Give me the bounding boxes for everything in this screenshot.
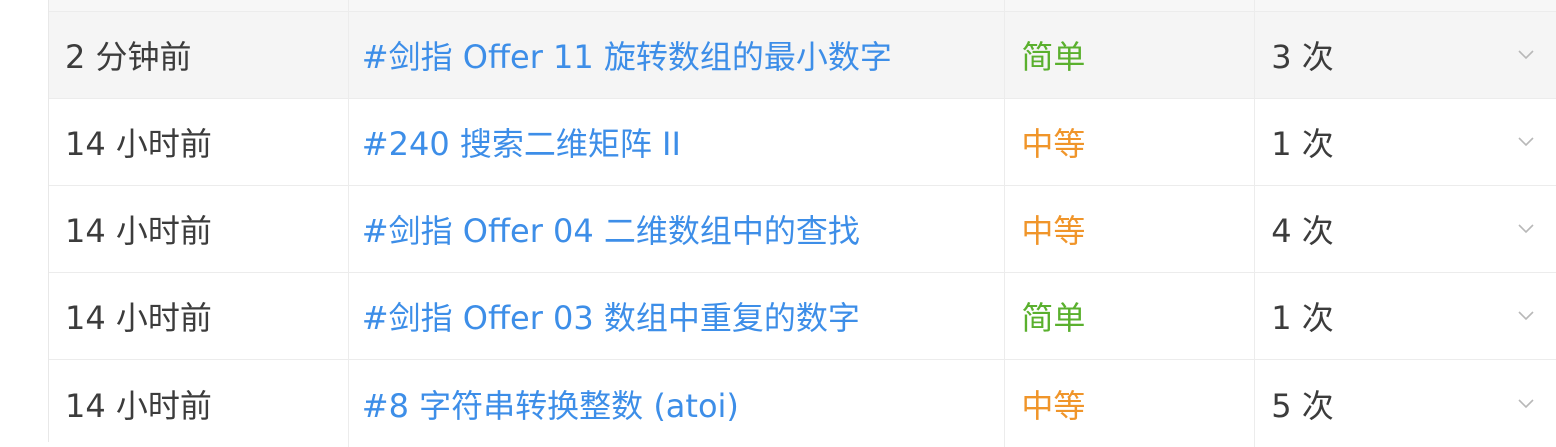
- difficulty-badge: 中等: [1021, 212, 1086, 250]
- problem-link[interactable]: #剑指 Offer 03 数组中重复的数字: [362, 293, 860, 339]
- attempts-count: 3 次: [1271, 38, 1334, 76]
- title-cell: #剑指 Offer 04 二维数组中的查找: [349, 186, 1006, 272]
- title-cell: #剑指 Offer 11 旋转数组的最小数字: [349, 12, 1006, 98]
- attempts-cell: 1 次: [1255, 273, 1556, 359]
- time-cell: 2 分钟前: [49, 12, 349, 98]
- problem-link[interactable]: #8 字符串转换整数 (atoi): [362, 381, 739, 427]
- title-cell: #8 字符串转换整数 (atoi): [349, 360, 1006, 447]
- attempts-count: 4 次: [1271, 212, 1334, 250]
- header-cell: [349, 0, 1006, 11]
- time-cell: 14 小时前: [49, 273, 349, 359]
- table-row[interactable]: 2 分钟前 #剑指 Offer 11 旋转数组的最小数字 简单 3 次: [49, 12, 1556, 99]
- difficulty-cell: 中等: [1005, 360, 1256, 447]
- difficulty-badge: 简单: [1021, 38, 1086, 76]
- attempts-cell: 4 次: [1255, 186, 1556, 272]
- attempts-cell: 1 次: [1255, 99, 1556, 185]
- time-text: 14 小时前: [65, 212, 212, 250]
- table-row[interactable]: 14 小时前 #8 字符串转换整数 (atoi) 中等 5 次: [49, 360, 1556, 447]
- time-text: 2 分钟前: [65, 38, 192, 76]
- chevron-down-icon[interactable]: [1518, 311, 1534, 321]
- title-cell: #剑指 Offer 03 数组中重复的数字: [349, 273, 1006, 359]
- attempts-count: 1 次: [1271, 299, 1334, 337]
- attempts-cell: 5 次: [1255, 360, 1556, 447]
- submission-table: 2 分钟前 #剑指 Offer 11 旋转数组的最小数字 简单 3 次 14 小…: [48, 0, 1556, 447]
- difficulty-cell: 中等: [1005, 186, 1256, 272]
- difficulty-badge: 简单: [1021, 299, 1086, 337]
- time-cell: 14 小时前: [49, 186, 349, 272]
- attempts-cell: 3 次: [1255, 12, 1556, 98]
- chevron-down-icon[interactable]: [1518, 50, 1534, 60]
- difficulty-cell: 简单: [1005, 273, 1256, 359]
- difficulty-badge: 中等: [1021, 125, 1086, 163]
- table-row[interactable]: 14 小时前 #剑指 Offer 03 数组中重复的数字 简单 1 次: [49, 273, 1556, 360]
- time-cell: 14 小时前: [49, 99, 349, 185]
- time-text: 14 小时前: [65, 299, 212, 337]
- header-cell: [49, 0, 349, 11]
- header-cell: [1005, 0, 1256, 11]
- header-cell: [1255, 0, 1556, 11]
- table-row[interactable]: 14 小时前 #240 搜索二维矩阵 II 中等 1 次: [49, 99, 1556, 186]
- problem-link[interactable]: #剑指 Offer 04 二维数组中的查找: [362, 206, 860, 252]
- problem-link[interactable]: #剑指 Offer 11 旋转数组的最小数字: [362, 32, 892, 78]
- table-row[interactable]: 14 小时前 #剑指 Offer 04 二维数组中的查找 中等 4 次: [49, 186, 1556, 273]
- chevron-down-icon[interactable]: [1518, 398, 1534, 409]
- problem-link[interactable]: #240 搜索二维矩阵 II: [362, 119, 681, 165]
- table-header-strip: [49, 0, 1556, 12]
- time-cell: 14 小时前: [49, 360, 349, 447]
- attempts-count: 5 次: [1271, 386, 1334, 425]
- time-text: 14 小时前: [65, 386, 212, 425]
- attempts-count: 1 次: [1271, 125, 1334, 163]
- chevron-down-icon[interactable]: [1518, 137, 1534, 147]
- difficulty-badge: 中等: [1021, 386, 1086, 425]
- title-cell: #240 搜索二维矩阵 II: [349, 99, 1006, 185]
- chevron-down-icon[interactable]: [1518, 224, 1534, 234]
- time-text: 14 小时前: [65, 125, 212, 163]
- difficulty-cell: 简单: [1005, 12, 1256, 98]
- difficulty-cell: 中等: [1005, 99, 1256, 185]
